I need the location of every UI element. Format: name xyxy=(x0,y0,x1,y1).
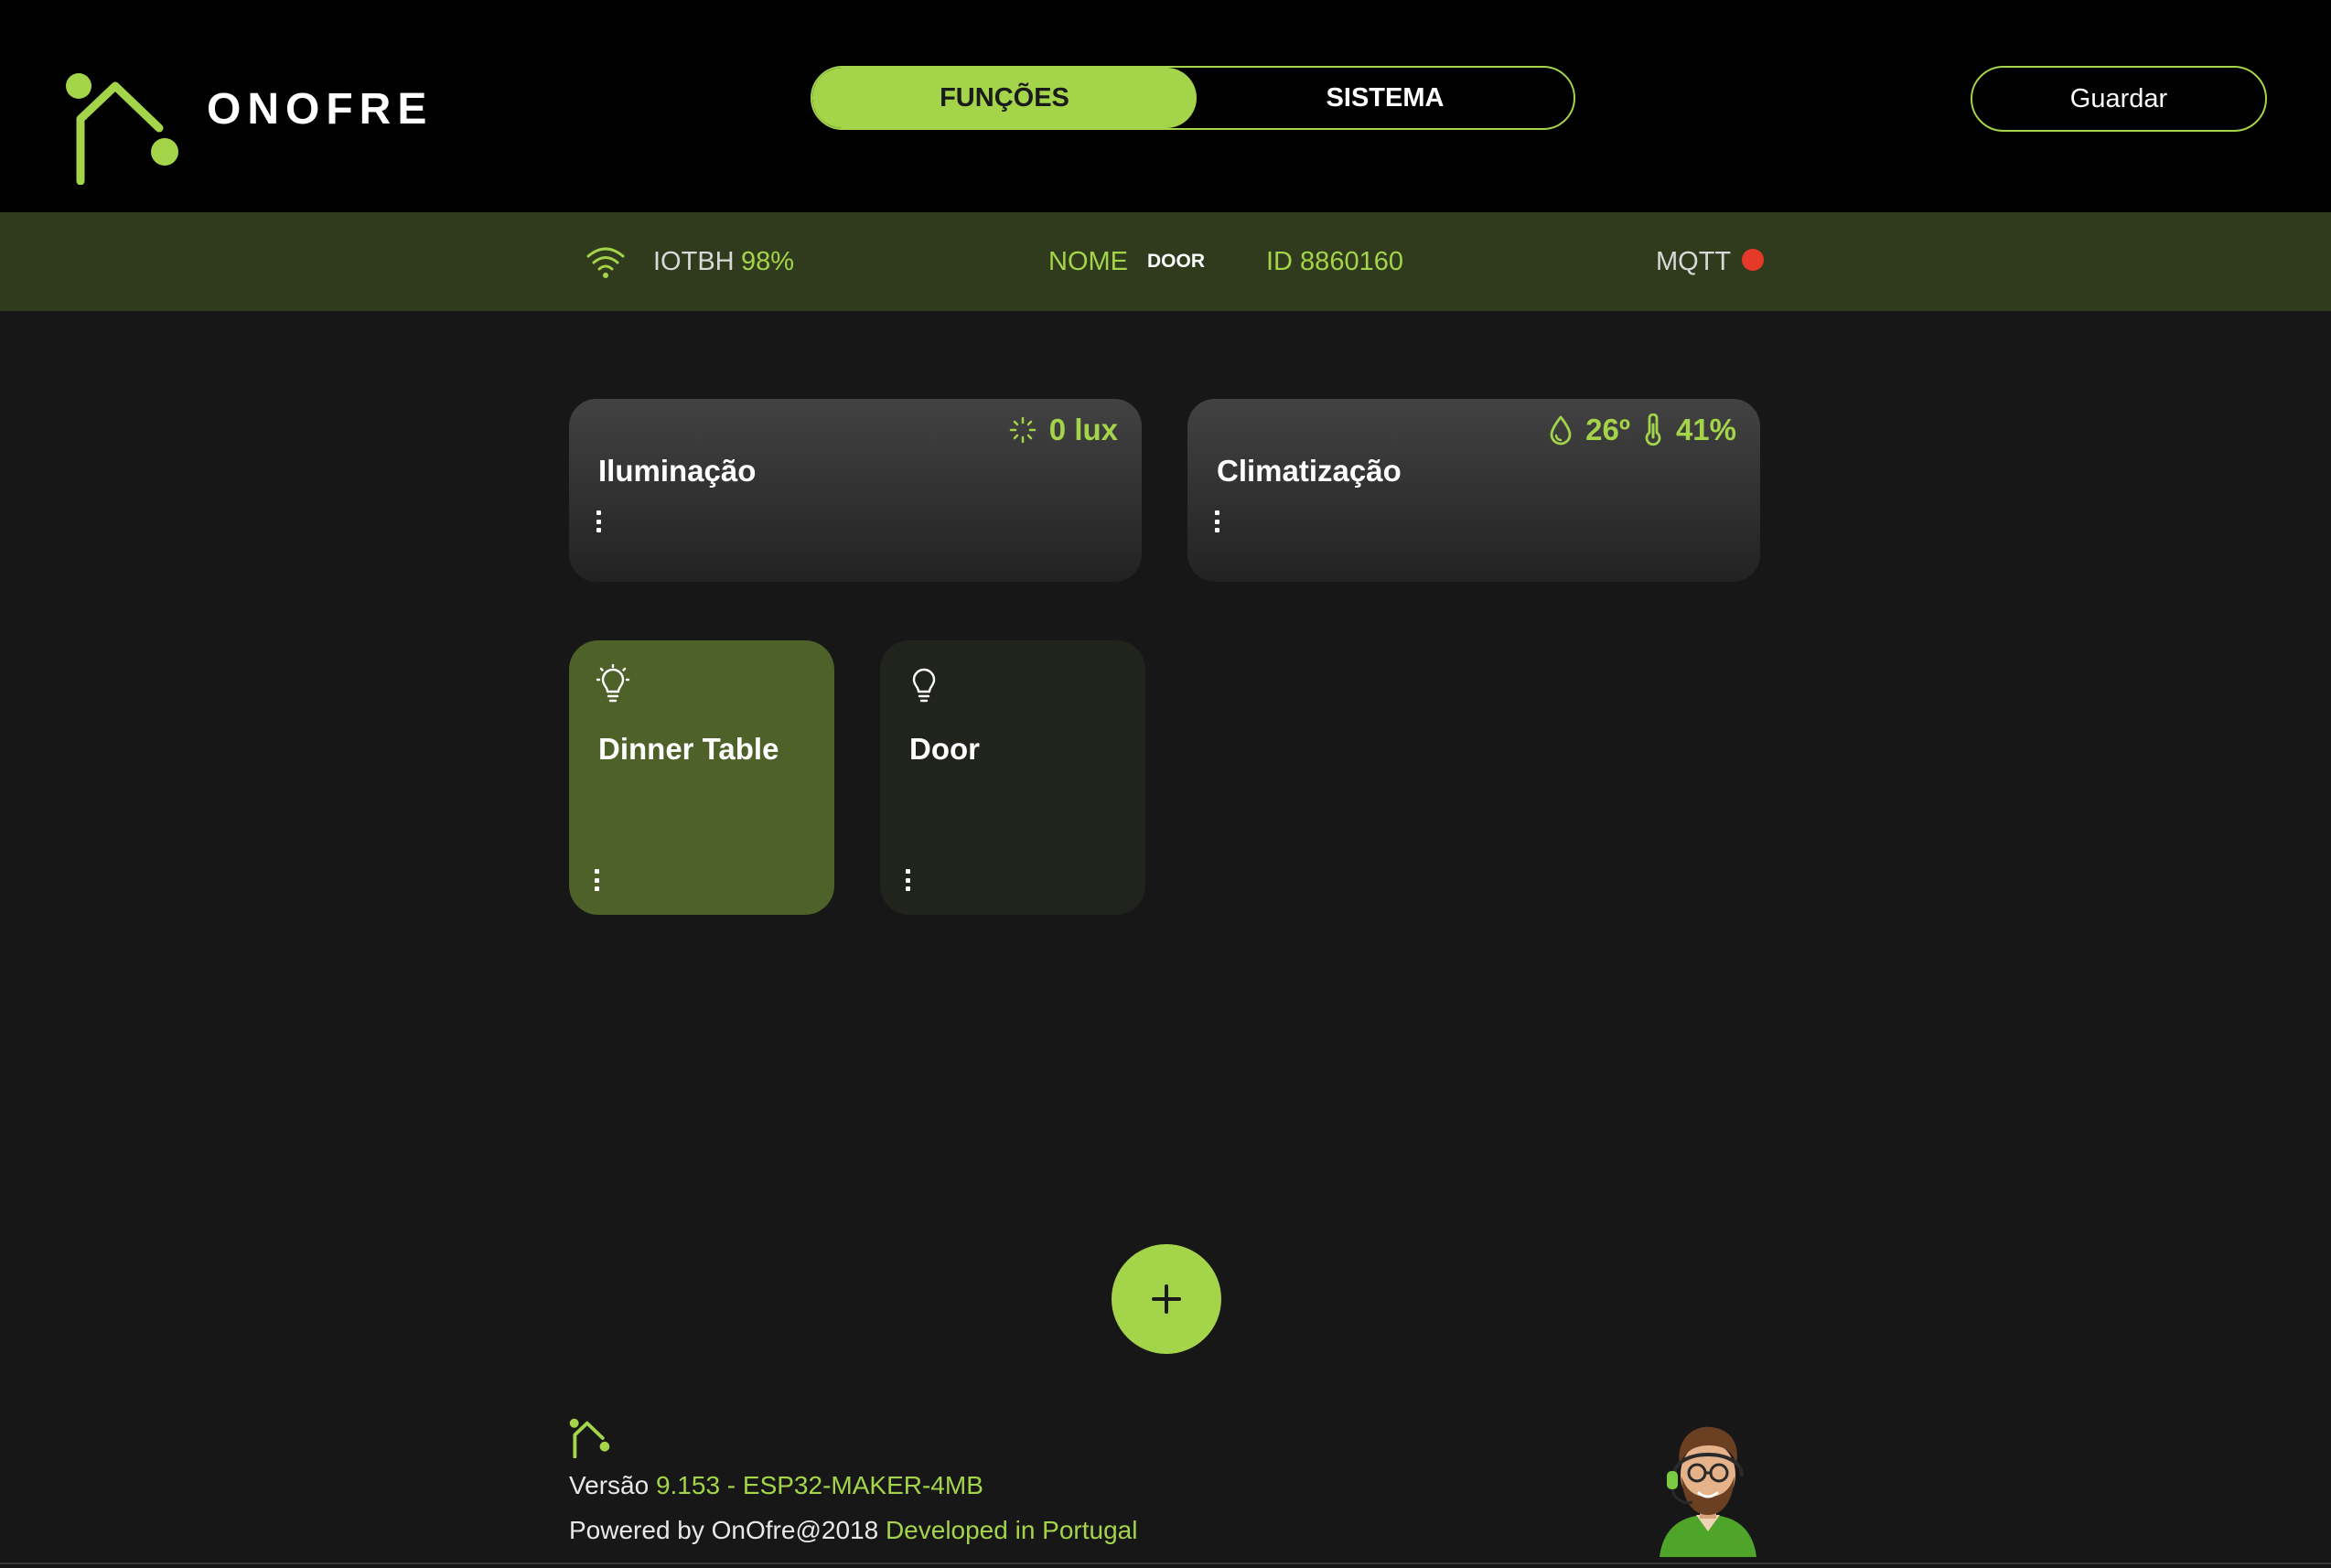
wifi-icon xyxy=(585,212,631,311)
plus-icon xyxy=(1152,1284,1181,1314)
footer-logo xyxy=(569,1418,610,1458)
bulb-on-icon xyxy=(596,664,630,703)
wifi-ssid: IOTBH xyxy=(653,246,735,276)
tab-funcoes[interactable]: FUNÇÕES xyxy=(812,68,1197,128)
wifi-signal: 98% xyxy=(741,246,795,276)
save-button[interactable]: Guardar xyxy=(1971,66,2267,132)
developed-label: Developed in Portugal xyxy=(885,1516,1138,1544)
tab-sistema[interactable]: SISTEMA xyxy=(1197,68,1574,128)
sun-icon xyxy=(1009,416,1037,444)
device-card-door[interactable]: Door xyxy=(880,640,1145,915)
device-menu-icon[interactable] xyxy=(906,869,911,891)
version-line: Versão 9.153 - ESP32-MAKER-4MB xyxy=(569,1471,983,1500)
version-label: Versão xyxy=(569,1471,650,1499)
bulb-off-icon xyxy=(912,668,936,703)
group-card-climatizacao[interactable]: 26º 41% Climatização xyxy=(1187,399,1760,582)
drop-icon xyxy=(1550,415,1572,446)
device-name: Door xyxy=(909,732,980,766)
powered-line: Powered by OnOfre@2018 Developed in Port… xyxy=(569,1516,1137,1545)
onofre-logo xyxy=(66,73,178,185)
bottom-divider xyxy=(0,1563,2331,1564)
group-title: Climatização xyxy=(1217,454,1402,488)
lux-value: 0 lux xyxy=(1048,413,1118,446)
app-header: ONOFRE FUNÇÕES SISTEMA Guardar xyxy=(0,0,2331,212)
thermometer-icon xyxy=(1645,413,1661,446)
light-metrics: 0 lux xyxy=(1009,410,1118,450)
main-tabs: FUNÇÕES SISTEMA xyxy=(811,66,1575,130)
mqtt-label: MQTT xyxy=(1656,246,1732,276)
device-card-dinner-table[interactable]: Dinner Table xyxy=(569,640,834,915)
status-bar: IOTBH 98% NOME DOOR ID 8860160 MQTT xyxy=(0,212,2331,311)
version-value: 9.153 - ESP32-MAKER-4MB xyxy=(655,1471,983,1499)
group-title: Iluminação xyxy=(598,454,757,488)
device-menu-icon[interactable] xyxy=(595,869,600,891)
group-card-iluminacao[interactable]: 0 lux Iluminação xyxy=(569,399,1142,582)
device-id: ID 8860160 xyxy=(1266,246,1403,276)
climate-metrics: 26º 41% xyxy=(1549,410,1736,450)
powered-label: Powered by OnOfre@2018 xyxy=(569,1516,879,1544)
humidity-value: 41% xyxy=(1675,413,1736,446)
support-avatar[interactable] xyxy=(1649,1420,1767,1557)
brand-name: ONOFRE xyxy=(207,85,434,134)
mqtt-status-dot xyxy=(1742,249,1764,271)
temperature-value: 26º xyxy=(1585,413,1630,446)
device-name: Dinner Table xyxy=(598,732,779,766)
group-menu-icon[interactable] xyxy=(596,510,602,532)
add-device-button[interactable] xyxy=(1112,1244,1221,1354)
device-name-value: DOOR xyxy=(1147,251,1205,272)
group-menu-icon[interactable] xyxy=(1215,510,1220,532)
device-name-label: NOME xyxy=(1048,246,1128,276)
